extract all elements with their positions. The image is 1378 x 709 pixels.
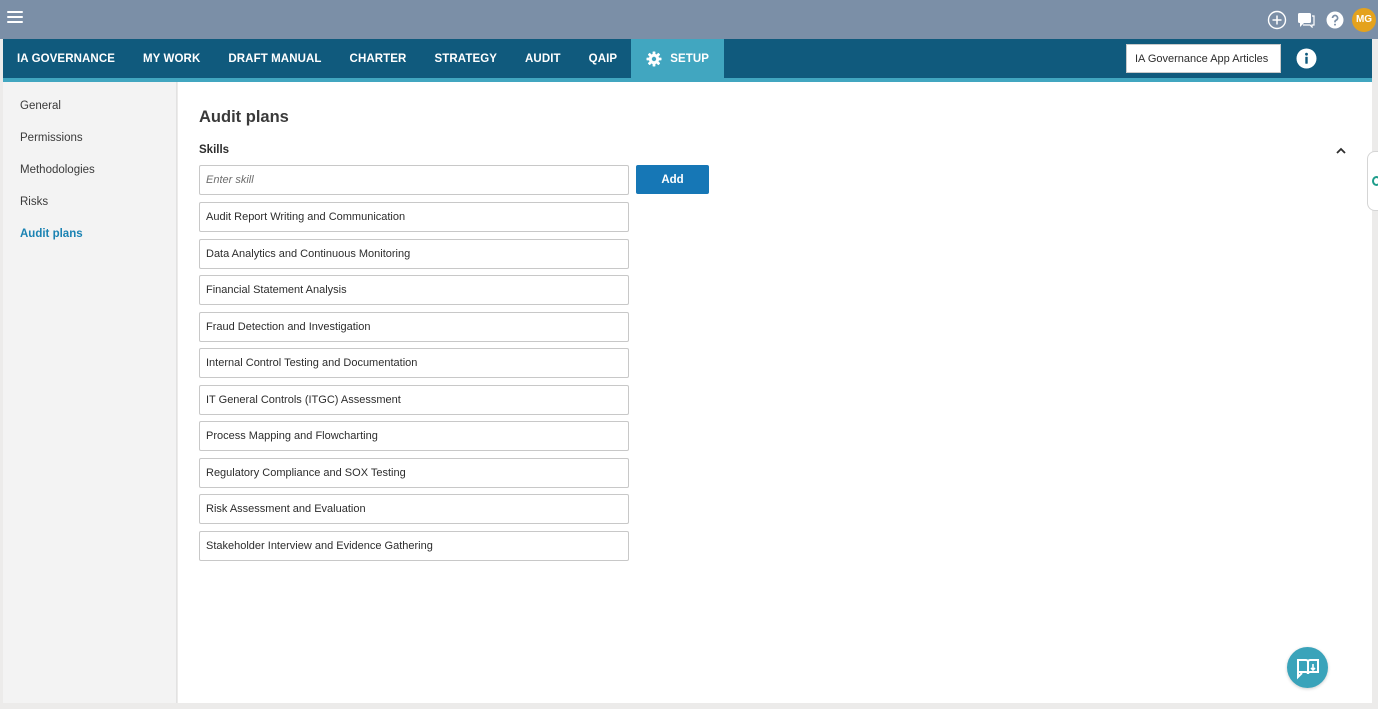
main-content: Audit plans Skills Add Audit Report Writ… <box>178 82 1372 703</box>
skill-list-item[interactable]: IT General Controls (ITGC) Assessment <box>199 384 629 415</box>
user-avatar[interactable]: MG <box>1352 7 1376 32</box>
skill-list-item[interactable]: Financial Statement Analysis <box>199 275 629 305</box>
skill-list-item[interactable]: Data Analytics and Continuous Monitoring <box>199 238 629 269</box>
chat-icon[interactable] <box>1291 6 1320 34</box>
articles-search-input[interactable] <box>1126 44 1281 73</box>
sidebar-item-methodologies[interactable]: Methodologies <box>20 164 95 176</box>
skill-list: Audit Report Writing and Communication D… <box>199 202 629 567</box>
chevron-up-icon[interactable] <box>1335 145 1347 157</box>
hamburger-menu-icon[interactable] <box>7 11 23 23</box>
tab-draft-manual[interactable]: DRAFT MANUAL <box>214 39 335 78</box>
gear-icon <box>646 51 662 66</box>
skill-input[interactable] <box>199 165 629 195</box>
skill-list-item[interactable]: Fraud Detection and Investigation <box>199 311 629 342</box>
tab-setup[interactable]: SETUP <box>631 39 725 78</box>
plus-circle-icon[interactable] <box>1262 6 1291 34</box>
sidebar-item-permissions[interactable]: Permissions <box>20 132 83 144</box>
side-panel-icon <box>1372 176 1378 186</box>
skill-list-item[interactable]: Risk Assessment and Evaluation <box>199 494 629 524</box>
help-icon[interactable] <box>1320 6 1349 34</box>
skill-list-item[interactable]: Internal Control Testing and Documentati… <box>199 348 629 378</box>
tab-setup-label: SETUP <box>670 52 710 65</box>
tab-audit[interactable]: AUDIT <box>511 39 575 78</box>
skill-list-item[interactable]: Regulatory Compliance and SOX Testing <box>199 457 629 488</box>
add-skill-button[interactable]: Add <box>636 165 709 194</box>
sidebar-item-general[interactable]: General <box>20 100 61 112</box>
sidebar-item-audit-plans[interactable]: Audit plans <box>20 228 83 240</box>
help-articles-fab[interactable] <box>1287 647 1328 688</box>
skill-list-item[interactable]: Stakeholder Interview and Evidence Gathe… <box>199 530 629 561</box>
setup-sidebar: General Permissions Methodologies Risks … <box>3 82 177 703</box>
tab-charter[interactable]: CHARTER <box>336 39 421 78</box>
book-chat-icon <box>1296 658 1319 679</box>
main-nav: IA GOVERNANCE MY WORK DRAFT MANUAL CHART… <box>3 39 1372 78</box>
skills-section-label: Skills <box>199 144 230 156</box>
page-title: Audit plans <box>199 108 289 126</box>
top-bar: MG <box>0 0 1378 39</box>
tab-strategy[interactable]: STRATEGY <box>420 39 511 78</box>
info-icon[interactable] <box>1296 48 1317 69</box>
nav-tabs: IA GOVERNANCE MY WORK DRAFT MANUAL CHART… <box>3 39 725 78</box>
top-icon-group: MG <box>1262 0 1378 39</box>
skill-list-item[interactable]: Process Mapping and Flowcharting <box>199 421 629 451</box>
tab-qaip[interactable]: QAIP <box>575 39 632 78</box>
tab-ia-governance[interactable]: IA GOVERNANCE <box>3 39 129 78</box>
sidebar-item-risks[interactable]: Risks <box>20 196 48 208</box>
tab-my-work[interactable]: MY WORK <box>129 39 214 78</box>
skill-list-item[interactable]: Audit Report Writing and Communication <box>199 202 629 232</box>
side-panel-tab[interactable] <box>1367 151 1378 211</box>
